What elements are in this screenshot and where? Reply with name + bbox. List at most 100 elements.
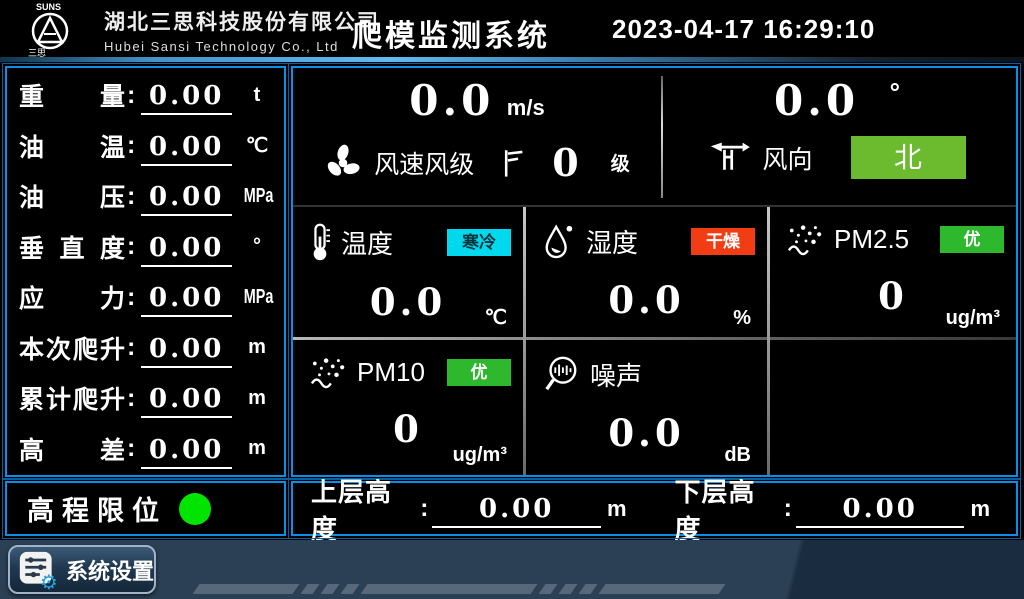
measurement-row-stress: 应 力: 0.00 MPa	[11, 272, 280, 323]
wind-level-value: 0	[552, 140, 578, 185]
oil-pressure-unit: MPa	[238, 185, 276, 208]
oil-temp-label: 油 温	[19, 128, 125, 164]
measurement-row-total-climb: 累计爬升: 0.00 m	[11, 373, 280, 424]
svg-text:⚙: ⚙	[40, 572, 58, 590]
fan-icon	[324, 144, 362, 182]
layer-heights-box: 上层高度: 0.00 m 下层高度: 0.00 m	[291, 481, 1018, 536]
colon: :	[127, 131, 135, 160]
oil-temp-unit: ℃	[238, 133, 276, 158]
verticality-label: 垂直度	[19, 229, 125, 265]
height-diff-unit: m	[238, 437, 276, 460]
wind-direction-display: 0.0 °	[661, 76, 1013, 125]
wind-speed-value: 0.0	[409, 76, 494, 125]
temperature-unit: ℃	[485, 305, 507, 330]
wind-speed-unit: m/s	[507, 95, 545, 120]
grid-line	[767, 207, 770, 475]
noise-icon	[542, 355, 580, 393]
pm10-status-badge: 优	[447, 359, 511, 386]
page-title: 爬模监测系统	[352, 11, 550, 55]
elevation-limit-label: 高程限位	[27, 489, 167, 528]
company-name-en: Hubei Sansi Technology Co., Ltd	[104, 39, 380, 54]
wind-direction-value: 0.0	[774, 76, 859, 125]
weight-value: 0.00	[141, 81, 232, 115]
height-diff-value: 0.00	[141, 435, 232, 469]
noise-cell: 噪声 0.0 dB	[528, 341, 765, 473]
pm25-unit: ug/m³	[946, 307, 1000, 330]
colon: :	[127, 434, 135, 463]
settings-button-label: 系统设置	[66, 554, 154, 586]
wind-vane-icon	[708, 139, 750, 177]
upper-height-unit: m	[607, 496, 627, 522]
humidity-cell: 湿度 干燥 0.0 %	[528, 208, 765, 336]
humidity-unit: %	[733, 307, 751, 330]
noise-unit: dB	[724, 444, 751, 467]
company-name: 湖北三思科技股份有限公司 Hubei Sansi Technology Co.,…	[104, 6, 380, 54]
colon: :	[127, 182, 135, 211]
temperature-cell: 温度 寒冷 0.0 ℃	[295, 208, 521, 336]
system-settings-button[interactable]: ⚙ 系统设置	[8, 545, 156, 594]
empty-cell	[772, 341, 1014, 473]
colon: :	[127, 384, 135, 413]
company-logo: SUNS 三思	[22, 1, 102, 57]
pm25-label: PM2.5	[834, 224, 909, 255]
wind-level-icon	[500, 146, 526, 180]
humidity-label: 湿度	[586, 223, 638, 260]
measurement-row-weight: 重 量: 0.00 t	[11, 70, 280, 121]
current-climb-unit: m	[238, 336, 276, 359]
total-climb-label: 累计爬升	[19, 380, 125, 416]
colon: :	[127, 232, 135, 261]
humidity-value: 0.0	[528, 278, 765, 322]
pm10-cell: PM10 优 0 ug/m³	[295, 341, 521, 473]
upper-height-label: 上层高度	[311, 472, 418, 546]
pm10-label: PM10	[357, 357, 425, 388]
colon: :	[420, 494, 428, 523]
settings-sliders-icon: ⚙	[18, 550, 58, 590]
measurement-row-verticality: 垂直度: 0.00 °	[11, 222, 280, 273]
wind-direction-label: 风向	[762, 140, 812, 176]
elevation-limit-indicator	[179, 493, 211, 525]
environment-panel: 0.0 m/s 风速风级	[291, 66, 1018, 477]
elevation-limit-box: 高程限位	[5, 481, 286, 536]
oil-pressure-label: 油 压	[19, 178, 125, 214]
dust-icon	[786, 222, 824, 256]
verticality-unit: °	[238, 235, 276, 258]
weight-label: 重 量	[19, 77, 125, 113]
stress-unit: MPa	[238, 286, 276, 309]
svg-text:三思: 三思	[28, 48, 46, 57]
taskbar: ⚙ 系统设置	[0, 540, 1024, 599]
temperature-status-badge: 寒冷	[447, 229, 511, 256]
lower-height-unit: m	[970, 496, 990, 522]
wind-direction-unit: °	[890, 77, 900, 107]
humidity-status-badge: 干燥	[691, 228, 755, 255]
total-climb-unit: m	[238, 387, 276, 410]
company-name-cn: 湖北三思科技股份有限公司	[104, 6, 380, 36]
dust-icon	[309, 355, 347, 389]
wind-speed-label: 风速风级	[374, 145, 474, 181]
colon: :	[784, 494, 792, 523]
svg-text:SUNS: SUNS	[36, 2, 61, 12]
header: SUNS 三思 湖北三思科技股份有限公司 Hubei Sansi Technol…	[0, 0, 1024, 57]
oil-pressure-value: 0.00	[141, 182, 232, 216]
upper-height-value: 0.00	[432, 494, 601, 528]
wind-direction-badge: 北	[851, 136, 966, 179]
measurement-row-oil-pressure: 油 压: 0.00 MPa	[11, 171, 280, 222]
grid-line	[523, 207, 526, 475]
lower-height-group: 下层高度: 0.00 m	[675, 472, 999, 546]
wind-speed-display: 0.0 m/s	[293, 76, 661, 125]
datetime-display: 2023-04-17 16:29:10	[612, 14, 875, 45]
measurement-row-height-diff: 高 差: 0.00 m	[11, 424, 280, 475]
height-diff-label: 高 差	[19, 431, 125, 467]
pm10-unit: ug/m³	[453, 444, 507, 467]
thermometer-icon	[309, 222, 331, 262]
wind-speed-label-row: 风速风级 0 级	[293, 140, 661, 185]
weight-unit: t	[238, 84, 276, 107]
stress-value: 0.00	[141, 283, 232, 317]
upper-height-group: 上层高度: 0.00 m	[311, 472, 635, 546]
current-climb-value: 0.00	[141, 334, 232, 368]
measurement-row-oil-temp: 油 温: 0.00 ℃	[11, 121, 280, 172]
pm25-status-badge: 优	[940, 226, 1004, 253]
colon: :	[127, 283, 135, 312]
total-climb-value: 0.00	[141, 384, 232, 418]
taskbar-decoration	[196, 584, 722, 594]
lower-height-value: 0.00	[796, 494, 965, 528]
